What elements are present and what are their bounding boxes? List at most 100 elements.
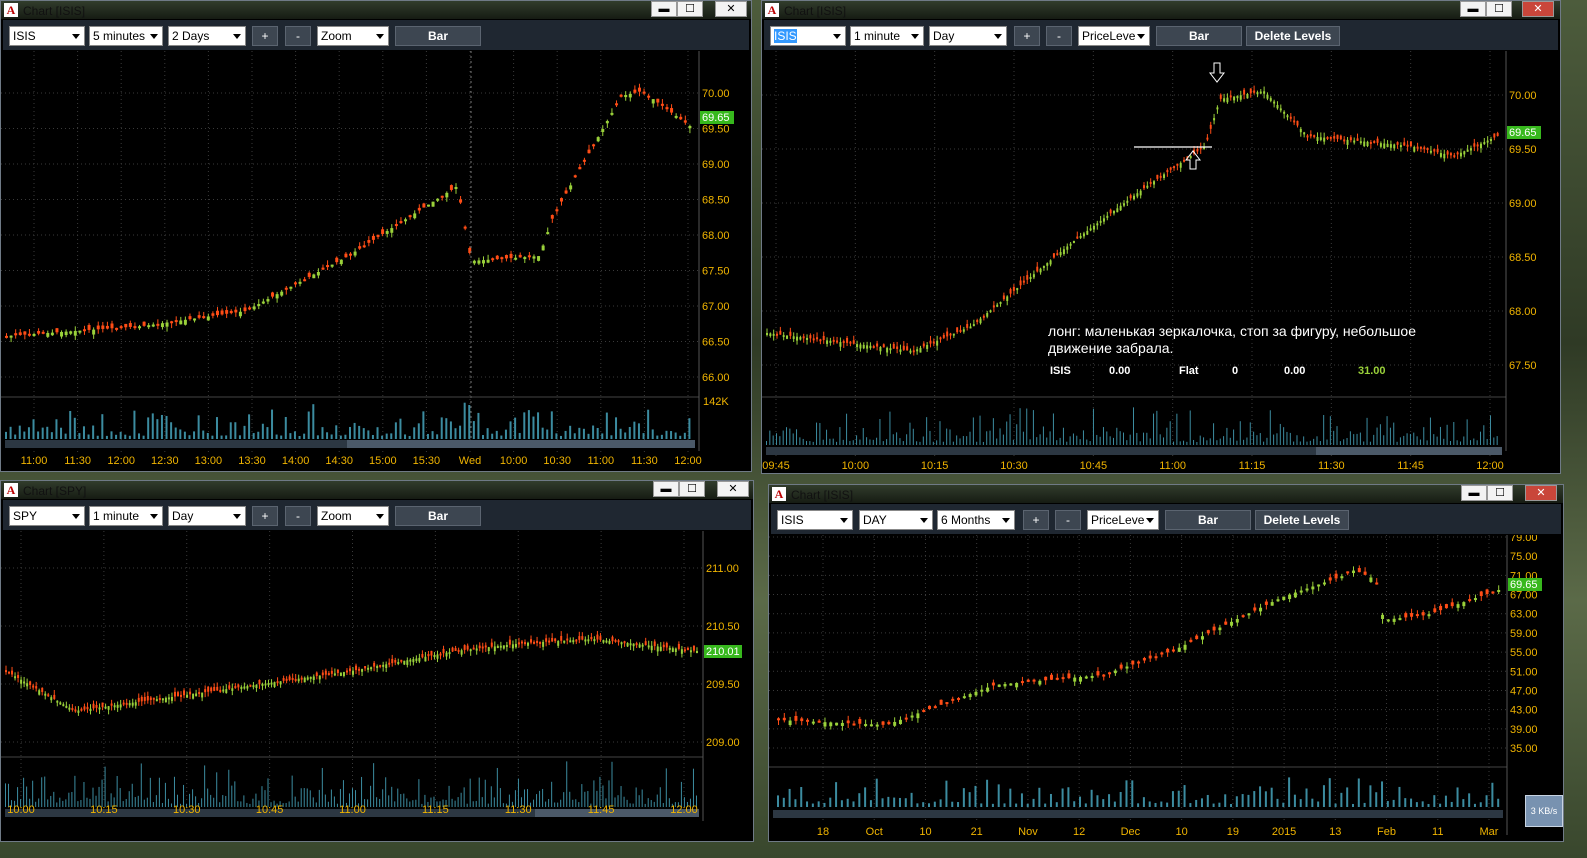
range-select[interactable]: 2 Days	[168, 26, 246, 46]
chart-type-button[interactable]: Bar	[1156, 26, 1242, 46]
candle-body	[1426, 147, 1429, 151]
maximize-button[interactable]: ☐	[1486, 1, 1512, 17]
minimize-button[interactable]: ▬	[1460, 1, 1486, 17]
zoom-in-button[interactable]: +	[1014, 26, 1040, 46]
time-tick-label: 11:30	[505, 804, 532, 816]
maximize-button[interactable]: ☐	[677, 1, 703, 17]
candle-body	[1416, 146, 1419, 149]
close-button[interactable]: ✕	[1522, 1, 1554, 17]
candle-body	[581, 636, 584, 640]
range-select[interactable]: 6 Months	[937, 510, 1015, 530]
symbol-select[interactable]: ISIS	[770, 26, 846, 46]
volume-bar	[101, 779, 103, 807]
volume-bar	[782, 430, 784, 445]
volume-bar	[1022, 431, 1024, 445]
candle-body	[273, 682, 276, 687]
volume-bar	[1126, 440, 1128, 445]
volume-bar	[1044, 803, 1047, 807]
candle-body	[1433, 149, 1436, 152]
close-button[interactable]: ✕	[717, 481, 749, 497]
time-tick-label: 10:45	[256, 804, 284, 816]
zoom-out-button[interactable]: -	[1046, 26, 1072, 46]
range-select[interactable]: Day	[929, 26, 1007, 46]
close-button[interactable]: ✕	[715, 1, 747, 17]
title-bar[interactable]: A Chart [ISIS] ▬ ☐ ✕	[1, 1, 751, 19]
volume-bar	[641, 789, 643, 807]
chart-type-button[interactable]: Bar	[395, 26, 481, 46]
zoom-out-button[interactable]: -	[285, 26, 311, 46]
interval-select[interactable]: 1 minute	[850, 26, 924, 46]
candle-body	[916, 713, 920, 719]
zoom-in-button[interactable]: +	[252, 26, 278, 46]
chart-window-isis-daily[interactable]: A Chart [ISIS] ▬ ☐ ✕ ISIS DAY 6 Months +…	[768, 484, 1564, 842]
title-bar[interactable]: A Chart [ISIS] ▬ ☐ ✕	[769, 485, 1563, 503]
chart-type-button[interactable]: Bar	[395, 506, 481, 526]
mode-select[interactable]: Zoom	[317, 506, 389, 526]
candle-body	[656, 646, 659, 652]
symbol-select[interactable]: ISIS	[777, 510, 853, 530]
volume-bar	[1009, 414, 1011, 445]
candle-body	[624, 94, 628, 98]
candle-body	[137, 697, 140, 702]
current-price-label: 210.01	[706, 646, 740, 658]
interval-select[interactable]: 1 minute	[89, 506, 163, 526]
candle-body	[968, 694, 972, 698]
mode-select[interactable]: PriceLeve	[1087, 510, 1159, 530]
volume-bar	[656, 794, 658, 807]
volume-bar	[1079, 439, 1081, 445]
price-tick-label: 69.00	[702, 159, 730, 171]
volume-bar	[806, 801, 809, 807]
time-tick-label: 11:15	[422, 804, 449, 816]
candle-body	[243, 686, 246, 689]
title-bar[interactable]: A Chart [SPY] ▬ ☐ ✕	[1, 481, 753, 499]
volume-bar	[1149, 438, 1151, 445]
minimize-button[interactable]: ▬	[651, 1, 677, 17]
candle-body	[1206, 137, 1209, 140]
candle-body	[1022, 280, 1025, 283]
minimize-button[interactable]: ▬	[653, 481, 679, 497]
interval-select[interactable]: 5 minutes	[89, 26, 163, 46]
volume-bar	[1288, 777, 1291, 807]
price-chart[interactable]: 70.0069.5069.0068.5068.0067.50 69.65 09:…	[762, 51, 1560, 473]
mode-select[interactable]: PriceLeve	[1078, 26, 1150, 46]
price-chart[interactable]: 70.0069.5069.0068.5068.0067.5067.0066.50…	[1, 51, 751, 471]
delete-levels-button[interactable]: Delete Levels	[1246, 26, 1340, 46]
mode-select[interactable]: Zoom	[317, 26, 389, 46]
zoom-in-button[interactable]: +	[1023, 510, 1049, 530]
price-tick-label: 67.50	[1509, 360, 1537, 372]
candle-body	[1305, 588, 1309, 591]
candle-body	[1112, 210, 1115, 214]
symbol-select[interactable]: SPY	[9, 506, 85, 526]
price-chart[interactable]: 211.00210.50209.50209.00 210.01 10:00 10:…	[1, 531, 753, 841]
candle-body	[23, 681, 26, 684]
chart-window-isis-5min[interactable]: A Chart [ISIS] ▬ ☐ ✕ ISIS 5 minutes 2 Da…	[0, 0, 752, 472]
candle-body	[255, 684, 258, 689]
volume-bar	[37, 431, 40, 439]
interval-select[interactable]: DAY	[859, 510, 933, 530]
chart-window-spy-1min[interactable]: A Chart [SPY] ▬ ☐ ✕ SPY 1 minute Day + -…	[0, 480, 754, 842]
volume-bar	[584, 791, 586, 807]
delete-levels-button[interactable]: Delete Levels	[1255, 510, 1349, 530]
title-bar[interactable]: A Chart [ISIS] ▬ ☐ ✕	[762, 1, 1560, 19]
app-logo-icon: A	[772, 487, 786, 501]
volume-bar	[131, 783, 133, 807]
volume-bar	[1052, 413, 1054, 445]
zoom-out-button[interactable]: -	[285, 506, 311, 526]
price-chart[interactable]: 79.0075.0071.0067.0063.0059.0055.0051.00…	[769, 535, 1563, 841]
range-select[interactable]: Day	[168, 506, 246, 526]
symbol-select[interactable]: ISIS	[9, 26, 85, 46]
maximize-button[interactable]: ☐	[679, 481, 705, 497]
chart-window-isis-1min[interactable]: A Chart [ISIS] ▬ ☐ ✕ ISIS 1 minute Day +…	[761, 0, 1561, 474]
zoom-out-button[interactable]: -	[1055, 510, 1081, 530]
maximize-button[interactable]: ☐	[1487, 485, 1513, 501]
volume-bar	[285, 802, 287, 807]
chart-type-button[interactable]: Bar	[1165, 510, 1251, 530]
zoom-in-button[interactable]: +	[252, 506, 278, 526]
chart-toolbar: SPY 1 minute Day + - Zoom Bar	[3, 500, 751, 530]
minimize-button[interactable]: ▬	[1461, 485, 1487, 501]
close-button[interactable]: ✕	[1525, 485, 1557, 501]
volume-bar	[523, 412, 526, 439]
volume-bar	[1179, 441, 1181, 445]
candle-body	[276, 681, 279, 684]
volume-bar	[105, 435, 108, 439]
